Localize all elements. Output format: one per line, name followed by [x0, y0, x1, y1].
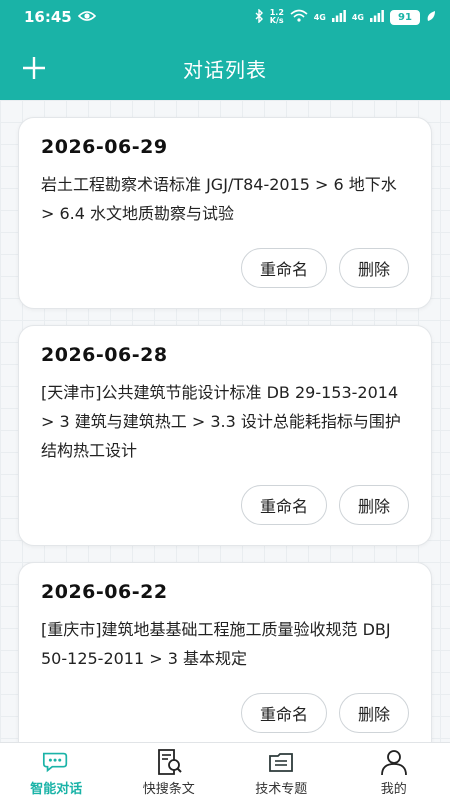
add-conversation-button[interactable] [18, 52, 50, 84]
conversation-card[interactable]: 2026-06-28 [天津市]公共建筑节能设计标准 DB 29-153-201… [18, 325, 432, 546]
tab-label: 我的 [380, 782, 407, 797]
bluetooth-icon [254, 7, 264, 26]
plus-icon [23, 57, 45, 79]
tab-smart-chat[interactable]: 智能对话 [0, 743, 113, 800]
conversation-date: 2026-06-29 [41, 136, 168, 158]
conversation-list[interactable]: 2026-06-29 岩土工程勘察术语标准 JGJ/T84-2015 > 6 地… [0, 100, 450, 742]
tab-mine[interactable]: 我的 [338, 743, 450, 800]
signal-icon-1 [331, 9, 346, 25]
conversation-text: [天津市]公共建筑节能设计标准 DB 29-153-2014 > 3 建筑与建筑… [41, 383, 401, 460]
rename-button[interactable]: 重命名 [240, 248, 327, 288]
layers-folder-icon [266, 748, 296, 776]
user-icon [379, 748, 409, 776]
conversation-text: 岩土工程勘察术语标准 JGJ/T84-2015 > 6 地下水 > 6.4 水文… [41, 175, 397, 223]
eye-icon [77, 8, 96, 26]
delete-button[interactable]: 删除 [338, 693, 409, 733]
network-type-1: 4G [313, 12, 326, 22]
battery-level: 91 [398, 11, 412, 23]
conversation-card[interactable]: 2026-06-29 岩土工程勘察术语标准 JGJ/T84-2015 > 6 地… [18, 117, 432, 309]
conversation-card[interactable]: 2026-06-22 [重庆市]建筑地基基础工程施工质量验收规范 DBJ 50-… [18, 562, 432, 742]
status-time: 16:45 [24, 8, 72, 26]
tab-label: 快搜条文 [142, 782, 195, 797]
delete-button[interactable]: 删除 [338, 485, 409, 525]
conversation-text: [重庆市]建筑地基基础工程施工质量验收规范 DBJ 50-125-2011 > … [41, 620, 391, 668]
status-bar: 16:45 1.2 K/s 4G 4G 91 [0, 0, 450, 34]
network-type-2: 4G [351, 12, 364, 22]
bottom-tab-bar: 智能对话 快搜条文 技术专题 我的 [0, 742, 450, 800]
signal-icon-2 [370, 9, 384, 25]
tab-quick-search[interactable]: 快搜条文 [113, 743, 226, 800]
tab-label: 智能对话 [30, 782, 83, 797]
rename-button[interactable]: 重命名 [240, 693, 327, 733]
app-bar: 对话列表 [0, 38, 450, 98]
document-search-icon [154, 748, 184, 776]
leaf-icon [426, 10, 436, 25]
wifi-icon [290, 9, 308, 25]
conversation-date: 2026-06-22 [41, 581, 168, 603]
network-speed: 1.2 K/s [269, 8, 284, 25]
rename-button[interactable]: 重命名 [240, 485, 327, 525]
page-title: 对话列表 [183, 57, 267, 82]
battery-icon: 91 [390, 9, 420, 25]
delete-button[interactable]: 删除 [338, 248, 409, 288]
conversation-date: 2026-06-28 [41, 344, 168, 366]
tab-technical-topics[interactable]: 技术专题 [225, 743, 338, 800]
chat-bubble-icon [41, 748, 71, 776]
tab-label: 技术专题 [255, 782, 308, 797]
